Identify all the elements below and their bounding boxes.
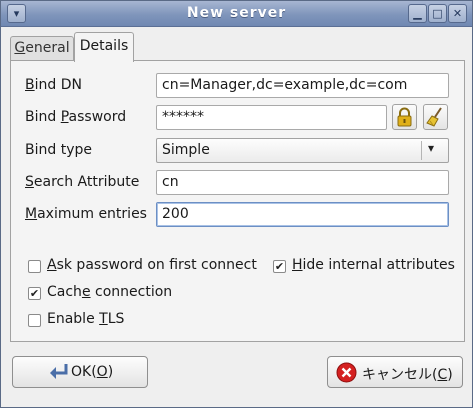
maximum-entries-label: Maximum entries: [25, 206, 147, 222]
bind-password-label: Bind Password: [25, 109, 126, 125]
maximum-entries-input[interactable]: 200: [156, 202, 449, 227]
hide-internal-label[interactable]: Hide internal attributes: [292, 257, 455, 273]
cancel-circle-icon: [336, 362, 357, 383]
label-mnemonic: e: [81, 284, 91, 300]
cache-connection-label[interactable]: Cache connection: [47, 284, 172, 300]
maximize-icon: □: [432, 7, 443, 20]
label-text: キャンセル(: [362, 367, 438, 383]
label-mnemonic: H: [292, 257, 303, 273]
label-text: LS: [107, 311, 125, 327]
window-title: New server: [186, 5, 287, 21]
clear-password-button[interactable]: [423, 104, 448, 130]
cancel-button[interactable]: キャンセル(C): [327, 356, 463, 388]
label-text: earch Attribute: [33, 174, 140, 190]
label-mnemonic: T: [99, 311, 108, 327]
search-attribute-input[interactable]: cn: [156, 170, 449, 195]
enable-tls-label[interactable]: Enable TLS: [47, 311, 124, 327]
enable-tls-checkbox[interactable]: [28, 314, 41, 327]
tab-general-mnemonic: G: [14, 40, 26, 56]
ask-password-checkbox[interactable]: [28, 260, 41, 273]
combo-separator: [421, 141, 422, 160]
tab-details[interactable]: Details: [74, 32, 134, 62]
label-text: connection: [90, 284, 173, 300]
chevron-down-icon: ▾: [428, 141, 435, 155]
maximize-button[interactable]: □: [428, 4, 447, 23]
tab-details-label: Details: [79, 38, 129, 54]
label-mnemonic: B: [25, 77, 35, 93]
bind-type-label: Bind type: [25, 142, 92, 158]
lock-button[interactable]: [392, 104, 417, 130]
broom-icon: [426, 107, 442, 127]
label-mnemonic: A: [47, 257, 57, 273]
minimize-icon: ▁: [413, 7, 422, 20]
label-mnemonic: P: [60, 109, 69, 125]
label-text: Bind: [25, 109, 61, 125]
checkmark-icon: ✔: [29, 287, 40, 300]
label-mnemonic: C: [437, 367, 448, 383]
cancel-button-label: キャンセル(C): [362, 364, 453, 384]
label-text: ind DN: [34, 77, 82, 93]
tab-general-label: eneral: [25, 40, 70, 56]
label-text: ): [447, 367, 453, 383]
label-text: ): [107, 364, 114, 380]
hide-internal-checkbox[interactable]: ✔: [273, 260, 286, 273]
bind-dn-input[interactable]: cn=Manager,dc=example,dc=com: [156, 73, 449, 98]
label-text: sk password on first connect: [56, 257, 257, 273]
checkmark-icon: ✔: [274, 260, 285, 273]
label-text: assword: [68, 109, 127, 125]
label-text: ide internal attributes: [302, 257, 455, 273]
cache-connection-checkbox[interactable]: ✔: [28, 287, 41, 300]
ok-button-label: OK(O): [71, 364, 113, 380]
label-text: Enable: [47, 311, 100, 327]
minimize-button[interactable]: ▁: [408, 4, 427, 23]
label-mnemonic: S: [25, 174, 34, 190]
label-mnemonic: M: [25, 206, 38, 222]
title-bar[interactable]: ▾ New server ▁ □ ✕: [1, 1, 472, 27]
dialog-window: ▾ New server ▁ □ ✕ General Details Bind …: [0, 0, 473, 408]
bind-type-value: Simple: [162, 142, 210, 158]
tab-general[interactable]: General: [10, 36, 74, 60]
ask-password-label[interactable]: Ask password on first connect: [47, 257, 257, 273]
bind-type-select[interactable]: Simple ▾: [156, 138, 449, 163]
label-text: OK(: [71, 364, 97, 380]
lock-icon: [397, 107, 412, 127]
close-icon: ✕: [452, 7, 463, 20]
close-button[interactable]: ✕: [448, 4, 467, 23]
enter-arrow-icon: [50, 364, 68, 379]
bind-password-input[interactable]: ******: [156, 105, 387, 130]
bind-dn-label: Bind DN: [25, 77, 82, 93]
label-text: aximum entries: [37, 206, 147, 222]
label-mnemonic: O: [96, 364, 108, 380]
ok-button[interactable]: OK(O): [12, 356, 148, 388]
label-text: Cach: [47, 284, 82, 300]
search-attribute-label: Search Attribute: [25, 174, 139, 190]
